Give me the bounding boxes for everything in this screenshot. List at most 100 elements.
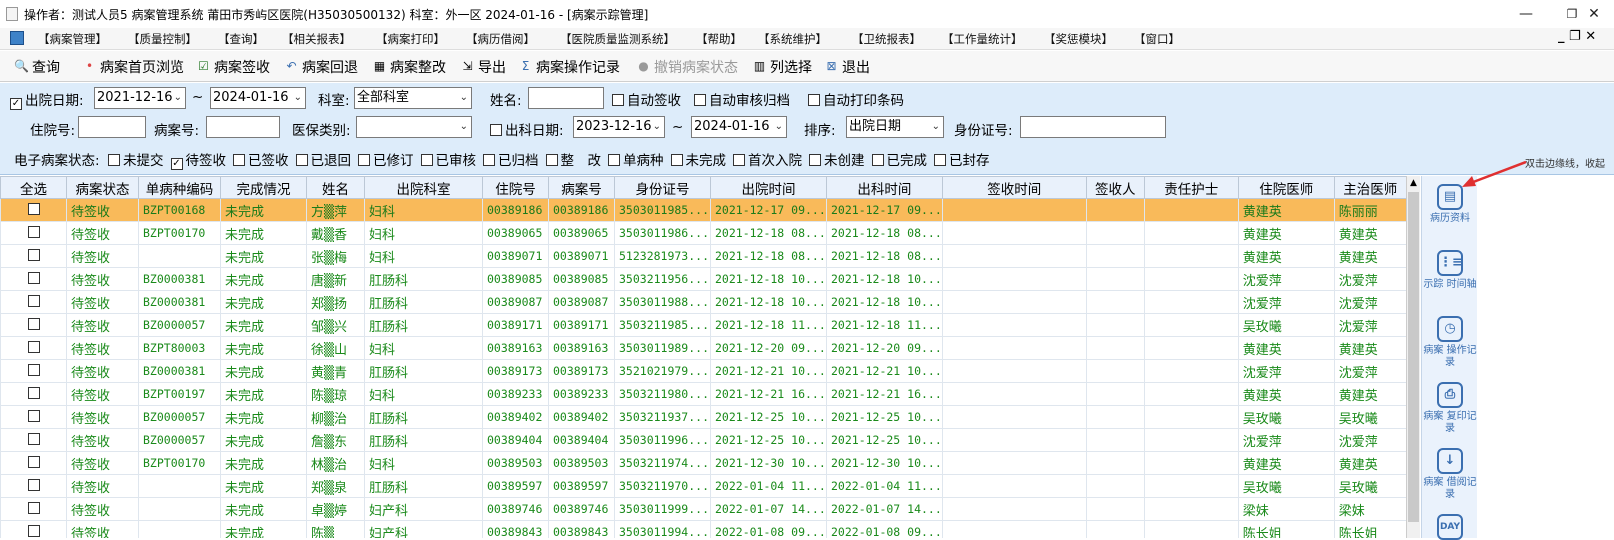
name-input[interactable]: [528, 87, 604, 109]
table-row[interactable]: 待签收 未完成 张▒梅 妇科 00389071 00389071 5123281973...…: [0, 244, 1407, 268]
leave-from-input[interactable]: 2023-12-16 ⌄: [573, 116, 665, 138]
row-checkbox[interactable]: [27, 524, 40, 537]
row-checkbox[interactable]: [27, 432, 40, 445]
column-header[interactable]: 身份证号: [614, 176, 711, 199]
table-row[interactable]: 待签收 BZ0000057 未完成 邹▒兴 肛肠科 00389171 00389171 350…: [0, 313, 1407, 337]
insurance-select[interactable]: ⌄: [356, 116, 472, 138]
column-header[interactable]: 完成情况: [220, 176, 307, 199]
column-header[interactable]: 签收人: [1085, 176, 1145, 199]
side-item-4[interactable]: ↓ 病案 借阅记录: [1422, 448, 1478, 501]
side-item-5[interactable]: DAY: [1422, 514, 1478, 540]
row-checkbox[interactable]: [27, 478, 40, 491]
revoke-status-button[interactable]: ● 撤销病案状态: [636, 56, 738, 77]
table-row[interactable]: 待签收 BZ0000057 未完成 柳▒治 肛肠科 00389402 00389402 350…: [0, 405, 1407, 429]
column-header[interactable]: 住院医师: [1237, 176, 1335, 199]
table-row[interactable]: 待签收 未完成 陈▒ 妇产科 00389843 00389843 3503011994...…: [0, 520, 1407, 538]
status-checkbox-8[interactable]: 单病种: [608, 153, 664, 169]
row-checkbox[interactable]: [27, 202, 40, 215]
row-checkbox-cell[interactable]: [0, 520, 67, 538]
row-checkbox-cell[interactable]: [0, 267, 67, 291]
row-checkbox-cell[interactable]: [0, 428, 67, 452]
rectify-button[interactable]: ▦ 病案整改: [372, 56, 446, 77]
status-checkbox-4[interactable]: 已修订: [358, 153, 414, 169]
menu-item-print[interactable]: 【病案打印】: [376, 31, 445, 47]
column-header[interactable]: 单病种编码: [138, 176, 221, 199]
export-button[interactable]: ⇲ 导出: [460, 56, 506, 77]
row-checkbox[interactable]: [27, 501, 40, 514]
column-header[interactable]: 出科时间: [826, 176, 943, 199]
table-row[interactable]: 待签收 BZPT00168 未完成 方▒萍 妇科 00389186 00389186 3503…: [0, 198, 1407, 222]
column-header[interactable]: 病案号: [548, 176, 615, 199]
menu-item-reward[interactable]: 【奖惩模块】: [1044, 31, 1113, 47]
column-header[interactable]: 住院号: [482, 176, 549, 199]
menu-item-health-report[interactable]: 【卫统报表】: [852, 31, 921, 47]
row-checkbox-cell[interactable]: [0, 313, 67, 337]
scroll-thumb[interactable]: [1408, 192, 1419, 522]
return-button[interactable]: ↶ 病案回退: [284, 56, 358, 77]
menu-item-query[interactable]: 【查询】: [218, 31, 264, 47]
menu-item-window[interactable]: 【窗口】: [1134, 31, 1180, 47]
auto-audit-checkbox[interactable]: 自动审核归档: [694, 89, 790, 109]
table-row[interactable]: 待签收 BZ0000381 未完成 郑▒扬 肛肠科 00389087 00389087 350…: [0, 290, 1407, 314]
row-checkbox-cell[interactable]: [0, 497, 67, 521]
row-checkbox[interactable]: [27, 225, 40, 238]
table-row[interactable]: 待签收 BZ0000381 未完成 唐▒新 肛肠科 00389085 00389085 350…: [0, 267, 1407, 291]
side-item-3[interactable]: ⎙ 病案 复印记录: [1422, 382, 1478, 435]
id-input[interactable]: [1020, 116, 1166, 138]
column-header[interactable]: 病案状态: [66, 176, 139, 199]
sort-select[interactable]: 出院日期 ⌄: [846, 116, 944, 138]
table-row[interactable]: 待签收 BZPT80003 未完成 徐▒山 妇科 00389163 00389163 3503…: [0, 336, 1407, 360]
row-checkbox[interactable]: [27, 271, 40, 284]
exit-button[interactable]: ⊠ 退出: [824, 56, 870, 77]
table-row[interactable]: 待签收 BZPT00197 未完成 陈▒琼 妇科 00389233 00389233 3503…: [0, 382, 1407, 406]
side-item-0[interactable]: ▤ 病历资料: [1422, 184, 1478, 225]
first-page-browse-button[interactable]: • 病案首页浏览: [82, 56, 184, 77]
row-checkbox[interactable]: [27, 340, 40, 353]
column-select-button[interactable]: ▥ 列选择: [752, 56, 812, 77]
row-checkbox-cell[interactable]: [0, 198, 67, 222]
row-checkbox[interactable]: [27, 248, 40, 261]
status-checkbox-11[interactable]: 未创建: [809, 153, 865, 169]
auto-sign-checkbox[interactable]: 自动签收: [612, 89, 681, 109]
status-checkbox-10[interactable]: 首次入院: [733, 153, 802, 169]
row-checkbox[interactable]: [27, 386, 40, 399]
row-checkbox-cell[interactable]: [0, 336, 67, 360]
column-header[interactable]: 出院科室: [364, 176, 483, 199]
scroll-up-icon[interactable]: ▲: [1407, 176, 1420, 190]
operation-log-button[interactable]: Σ 病案操作记录: [518, 56, 620, 77]
record-no-input[interactable]: [206, 116, 280, 138]
status-checkbox-6[interactable]: 已归档: [483, 153, 539, 169]
inpatient-no-input[interactable]: [78, 116, 146, 138]
sign-button[interactable]: ☑ 病案签收: [196, 56, 270, 77]
row-checkbox-cell[interactable]: [0, 405, 67, 429]
row-checkbox-cell[interactable]: [0, 359, 67, 383]
row-checkbox-cell[interactable]: [0, 244, 67, 268]
menu-item-help[interactable]: 【帮助】: [696, 31, 742, 47]
close-button[interactable]: ✕: [1574, 4, 1614, 24]
discharge-from-input[interactable]: 2021-12-16 ⌄: [94, 87, 186, 109]
status-checkbox-0[interactable]: 未提交: [108, 153, 164, 169]
column-header[interactable]: 主治医师: [1333, 176, 1407, 199]
status-checkbox-7[interactable]: 整 改: [545, 153, 601, 169]
status-checkbox-9[interactable]: 未完成: [670, 153, 726, 169]
status-checkbox-2[interactable]: 已签收: [233, 153, 289, 169]
row-checkbox-cell[interactable]: [0, 451, 67, 475]
row-checkbox-cell[interactable]: [0, 474, 67, 498]
mdi-controls[interactable]: _ ❐ ✕: [1558, 29, 1596, 44]
status-checkbox-3[interactable]: 已退回: [295, 153, 351, 169]
row-checkbox-cell[interactable]: [0, 382, 67, 406]
auto-barcode-checkbox[interactable]: 自动打印条码: [808, 89, 904, 109]
row-checkbox[interactable]: [27, 409, 40, 422]
status-checkbox-12[interactable]: 已完成: [871, 153, 927, 169]
menu-item-borrow[interactable]: 【病历借阅】: [466, 31, 535, 47]
status-checkbox-13[interactable]: 已封存: [934, 153, 990, 169]
row-checkbox[interactable]: [27, 363, 40, 376]
discharge-to-input[interactable]: 2024-01-16 ⌄: [210, 87, 306, 109]
table-row[interactable]: 待签收 BZPT00170 未完成 林▒治 妇科 00389503 00389503 3503…: [0, 451, 1407, 475]
menu-item-quality[interactable]: 【质量控制】: [128, 31, 197, 47]
query-button[interactable]: 🔍 查询: [14, 56, 60, 77]
status-checkbox-5[interactable]: 已审核: [420, 153, 476, 169]
dept-select[interactable]: 全部科室 ⌄: [354, 87, 472, 109]
leave-dept-date-checkbox[interactable]: 出科日期:: [490, 119, 564, 139]
leave-to-input[interactable]: 2024-01-16 ⌄: [691, 116, 787, 138]
